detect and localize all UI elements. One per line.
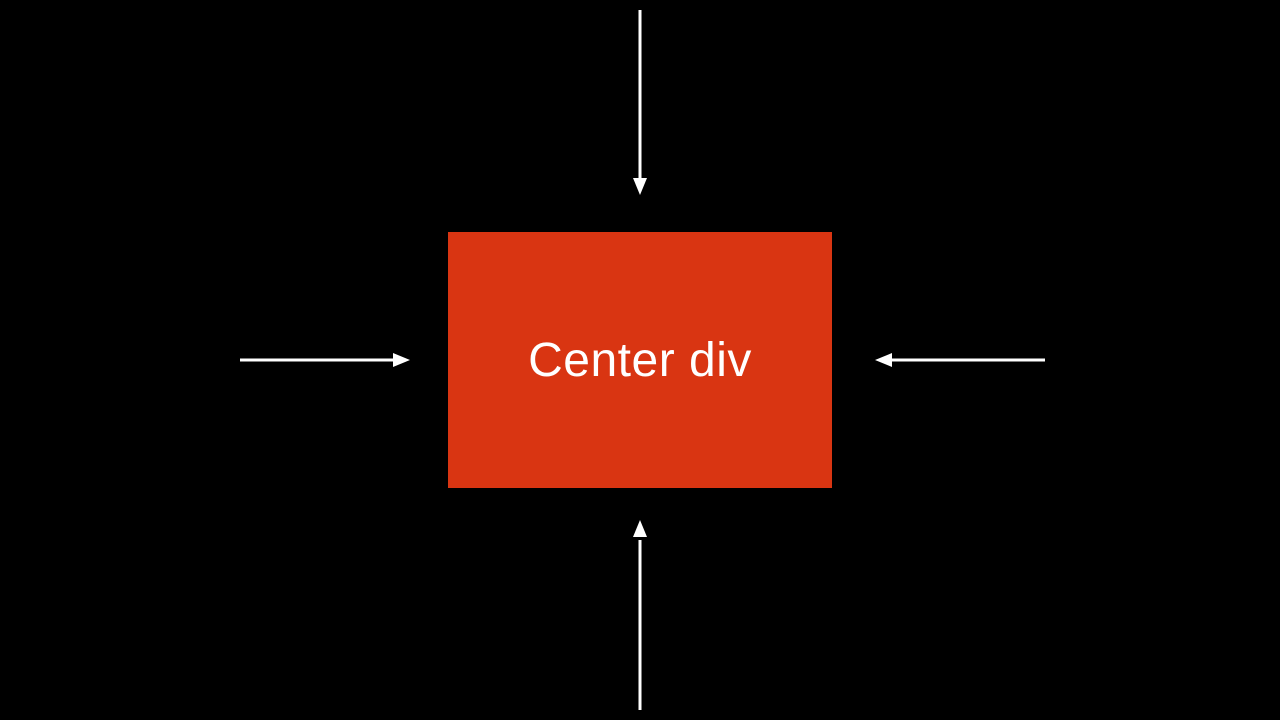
arrow-up-icon xyxy=(633,520,647,710)
center-div-box: Center div xyxy=(448,232,832,488)
arrow-right-icon xyxy=(240,353,410,367)
center-div-label: Center div xyxy=(528,333,752,388)
arrow-left-icon xyxy=(875,353,1045,367)
arrow-down-icon xyxy=(633,10,647,195)
